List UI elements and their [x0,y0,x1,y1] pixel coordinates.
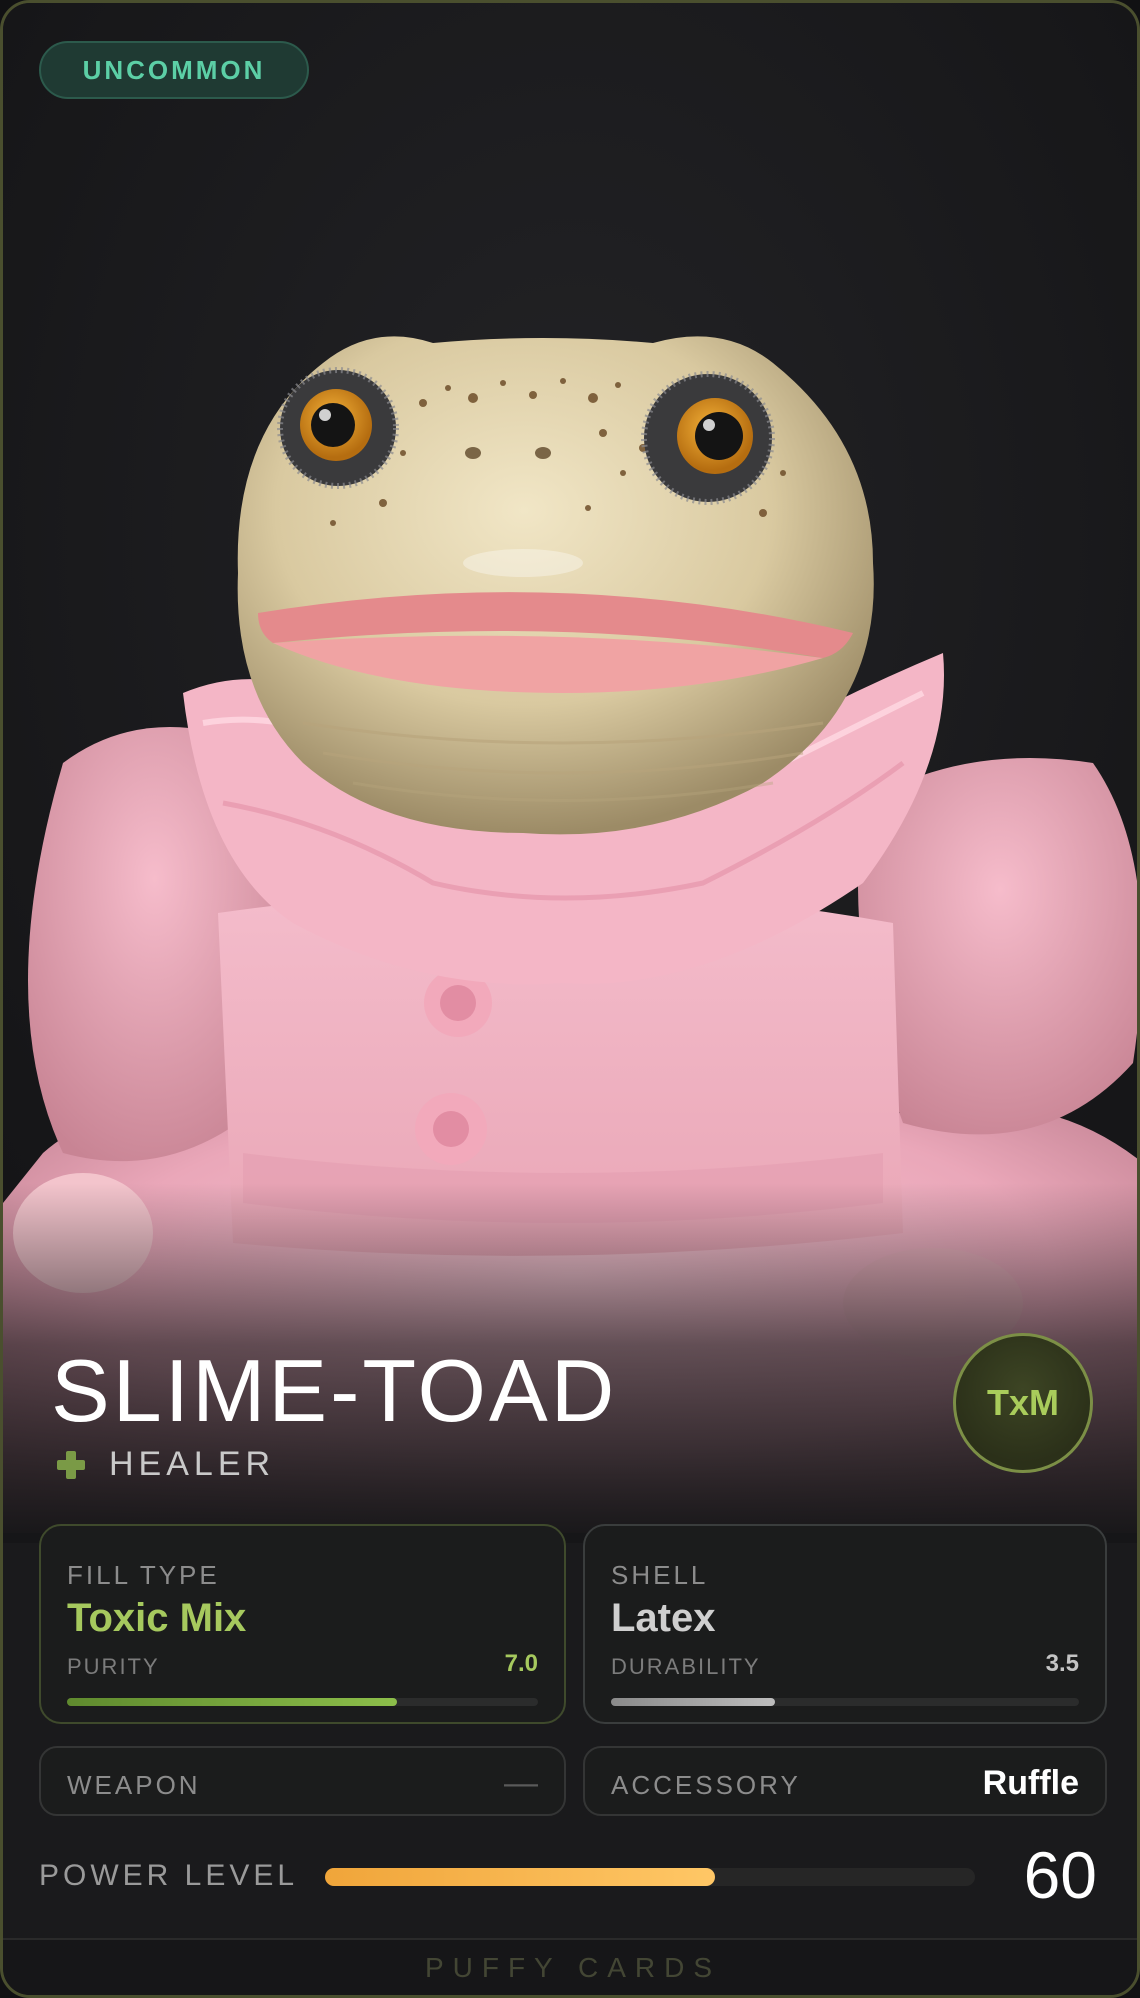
class-row: HEALER [57,1445,275,1484]
purity-bar [67,1698,538,1706]
power-level-bar-fill [325,1868,715,1886]
power-level-label: POWER LEVEL [39,1859,299,1892]
purity-label: PURITY [67,1654,160,1679]
accessory-value: Ruffle [982,1764,1079,1802]
character-name: SLIME-TOAD [51,1341,618,1440]
purity-value: 7.0 [504,1650,538,1677]
shell-panel: SHELL Latex DURABILITY 3.5 [583,1524,1107,1724]
accessory-label: ACCESSORY [611,1770,801,1800]
fill-type-label: FILL TYPE [67,1560,220,1590]
durability-value: 3.5 [1045,1650,1079,1677]
shell-value: Latex [611,1596,716,1640]
durability-label: DURABILITY [611,1654,761,1679]
maker-badge[interactable]: TxM [953,1333,1093,1473]
power-level-bar [325,1868,975,1886]
cross-icon [57,1450,85,1479]
fill-type-value: Toxic Mix [67,1596,247,1640]
purity-bar-fill [67,1698,397,1706]
class-label: HEALER [109,1445,276,1483]
accessory-slot[interactable]: ACCESSORY Ruffle [583,1746,1107,1816]
character-card: UNCOMMON SLIME-TOAD HEALER TxM FILL TYPE… [0,0,1140,1998]
fill-type-panel: FILL TYPE Toxic Mix PURITY 7.0 [39,1524,566,1724]
brand-name: PUFFY CARDS [424,1952,722,1983]
weapon-value: — [504,1764,538,1802]
shell-label: SHELL [611,1560,709,1590]
weapon-slot[interactable]: WEAPON — [39,1746,566,1816]
weapon-label: WEAPON [67,1770,201,1800]
rarity-badge: UNCOMMON [39,41,309,99]
card-footer: PUFFY CARDS [3,1938,1137,1995]
durability-bar [611,1698,1079,1706]
power-level-value: 60 [1023,1838,1097,1912]
durability-bar-fill [611,1698,775,1706]
